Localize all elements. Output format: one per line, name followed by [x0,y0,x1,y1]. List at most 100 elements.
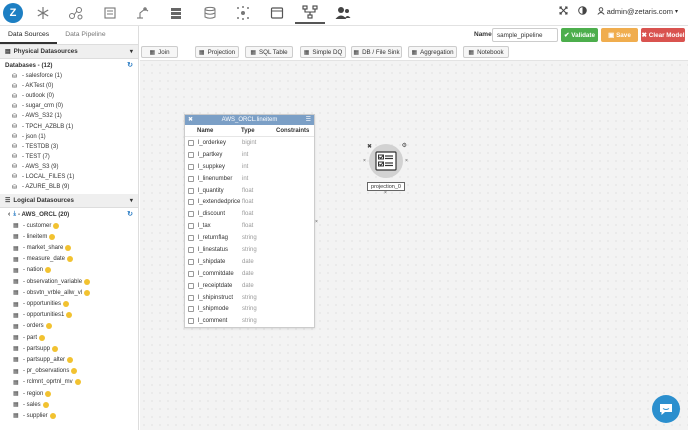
operator-label: DB / File Sink [362,48,400,56]
row-checkbox[interactable] [188,163,194,170]
validate-button[interactable]: ✔ Validate [561,28,598,42]
list-item[interactable]: ⛁ - AZURE_BLB (9) [0,182,138,192]
row-checkbox[interactable] [188,235,194,242]
row-checkbox[interactable] [188,199,194,206]
close-icon[interactable]: ✖ [188,116,193,123]
list-item[interactable]: ▦ - region [0,388,138,399]
list-item[interactable]: ⛁ - outlook (0) [0,91,138,101]
list-item[interactable]: ⛁ - sugar_crm (0) [0,101,138,111]
projection-node-body[interactable] [369,144,403,178]
input-port[interactable]: × [363,158,366,164]
bottom-port[interactable]: × [384,190,387,196]
list-item[interactable]: ▦ - supplier [0,410,138,421]
row-checkbox[interactable] [188,306,194,313]
operator-button[interactable]: ▦ Simple DQ [300,46,346,58]
list-item-label: - opportunities1 [23,312,65,319]
book-icon[interactable] [95,2,125,24]
row-column-type: date [242,282,254,289]
tab-data-sources[interactable]: Data Sources [0,26,58,44]
list-item[interactable]: ▦ - opportunities [0,298,138,309]
list-item[interactable]: ▦ - rclmnt_oprtnl_mv [0,377,138,388]
list-item[interactable]: ⛁ - TESTDB (3) [0,142,138,152]
dashboard-icon[interactable] [262,2,292,24]
user-menu[interactable]: admin@zetaris.com ▾ [597,6,678,17]
row-checkbox[interactable] [188,294,194,301]
output-port[interactable]: × [315,219,318,225]
pipeline-canvas[interactable]: ✖ AWS_ORCL.lineitem ☰ Name Type Constrai… [140,61,688,430]
row-checkbox[interactable] [188,246,194,253]
snowflake-icon[interactable] [28,2,58,24]
list-item-label: - TPCH_AZBLB (1) [22,123,74,130]
list-item[interactable]: ▦ - nation [0,265,138,276]
output-port[interactable]: × [405,158,408,164]
theme-toggle-icon[interactable] [577,6,587,17]
row-checkbox[interactable] [188,270,194,277]
row-checkbox[interactable] [188,139,194,146]
list-item[interactable]: ▦ - observation_variable [0,276,138,287]
gear-icon[interactable]: ⚙ [402,142,407,149]
server-icon[interactable] [195,2,225,24]
projection-node[interactable]: ✖ ⚙ × × projection_0 × [363,142,408,196]
list-item[interactable]: ▦ - sales [0,399,138,410]
list-item[interactable]: ⛁ - AWS_S3 (9) [0,162,138,172]
list-item[interactable]: ⛁ - TPCH_AZBLB (1) [0,121,138,131]
clear-model-button[interactable]: ✖ Clear Model [641,28,685,42]
list-item[interactable]: ▦ - lineitem [0,231,138,242]
row-checkbox[interactable] [188,282,194,289]
graph-nodes-icon[interactable] [61,2,91,24]
list-item[interactable]: ▦ - partsupp_alter [0,354,138,365]
list-item[interactable]: ▦ - orders [0,321,138,332]
list-item[interactable]: ▦ - pr_observations [0,366,138,377]
list-item[interactable]: ▦ - partsupp [0,343,138,354]
list-item[interactable]: ▦ - opportunities1 [0,310,138,321]
row-checkbox[interactable] [188,211,194,218]
save-button[interactable]: ▣ Save [601,28,638,42]
logical-group[interactable]: ‹ ⤓ - AWS_ORCL (20) ↻ [0,208,138,220]
operator-button[interactable]: ▦ DB / File Sink [351,46,402,58]
list-item[interactable]: ⛁ - LOCAL_FILES (1) [0,172,138,182]
expand-icon[interactable] [559,6,568,17]
menu-icon[interactable]: ☰ [306,116,311,123]
robot-arm-icon[interactable] [128,2,158,24]
operator-button[interactable]: ▦ Projection [195,46,239,58]
row-checkbox[interactable] [188,151,194,158]
pipeline-name-input[interactable] [492,28,558,42]
list-item[interactable]: ⛁ - AKTest (0) [0,81,138,91]
table-node-header[interactable]: ✖ AWS_ORCL.lineitem ☰ [185,115,314,125]
refresh-icon[interactable]: ↻ [127,210,133,218]
close-icon[interactable]: ✖ [367,143,372,150]
row-checkbox[interactable] [188,223,194,230]
table-node[interactable]: ✖ AWS_ORCL.lineitem ☰ Name Type Constrai… [184,114,315,328]
refresh-icon[interactable]: ↻ [127,61,133,69]
tab-data-pipeline[interactable]: Data Pipeline [57,26,113,44]
logical-datasources-header[interactable]: ☰ Logical Datasources ▾ [0,194,138,209]
chat-button[interactable] [652,395,680,423]
list-item[interactable]: ▦ - customer [0,220,138,231]
list-item[interactable]: ▦ - obsvtn_vrble_allw_vl [0,287,138,298]
row-checkbox[interactable] [188,175,194,182]
row-checkbox[interactable] [188,187,194,194]
operator-button[interactable]: ▦ SQL Table [245,46,293,58]
row-checkbox[interactable] [188,318,194,325]
operator-icon: ▦ [198,49,205,56]
hub-icon[interactable] [228,2,258,24]
list-item-label: - json (1) [22,133,46,140]
list-item[interactable]: ⛁ - salesforce (1) [0,71,138,81]
pipeline-icon[interactable] [295,2,325,24]
list-item[interactable]: ▦ - part [0,332,138,343]
operator-button[interactable]: ▦ Notebook [463,46,509,58]
operator-button[interactable]: ▦ Aggregation [408,46,457,58]
list-item-label: - observation_variable [23,278,83,285]
list-item[interactable]: ▦ - measure_date [0,254,138,265]
database-stack-icon[interactable] [161,2,191,24]
users-icon[interactable] [328,2,358,24]
list-item[interactable]: ⛁ - AWS_S32 (1) [0,111,138,121]
list-item[interactable]: ▦ - market_share [0,243,138,254]
list-item[interactable]: ⛁ - TEST (7) [0,152,138,162]
chevron-left-icon: ‹ [8,210,11,218]
list-item[interactable]: ⛁ - json (1) [0,132,138,142]
physical-datasources-header[interactable]: ▤ Physical Datasources ▾ [0,45,138,59]
zetaris-logo[interactable]: Z [3,3,23,23]
row-checkbox[interactable] [188,258,194,265]
operator-button[interactable]: ▦ Join [141,46,178,58]
